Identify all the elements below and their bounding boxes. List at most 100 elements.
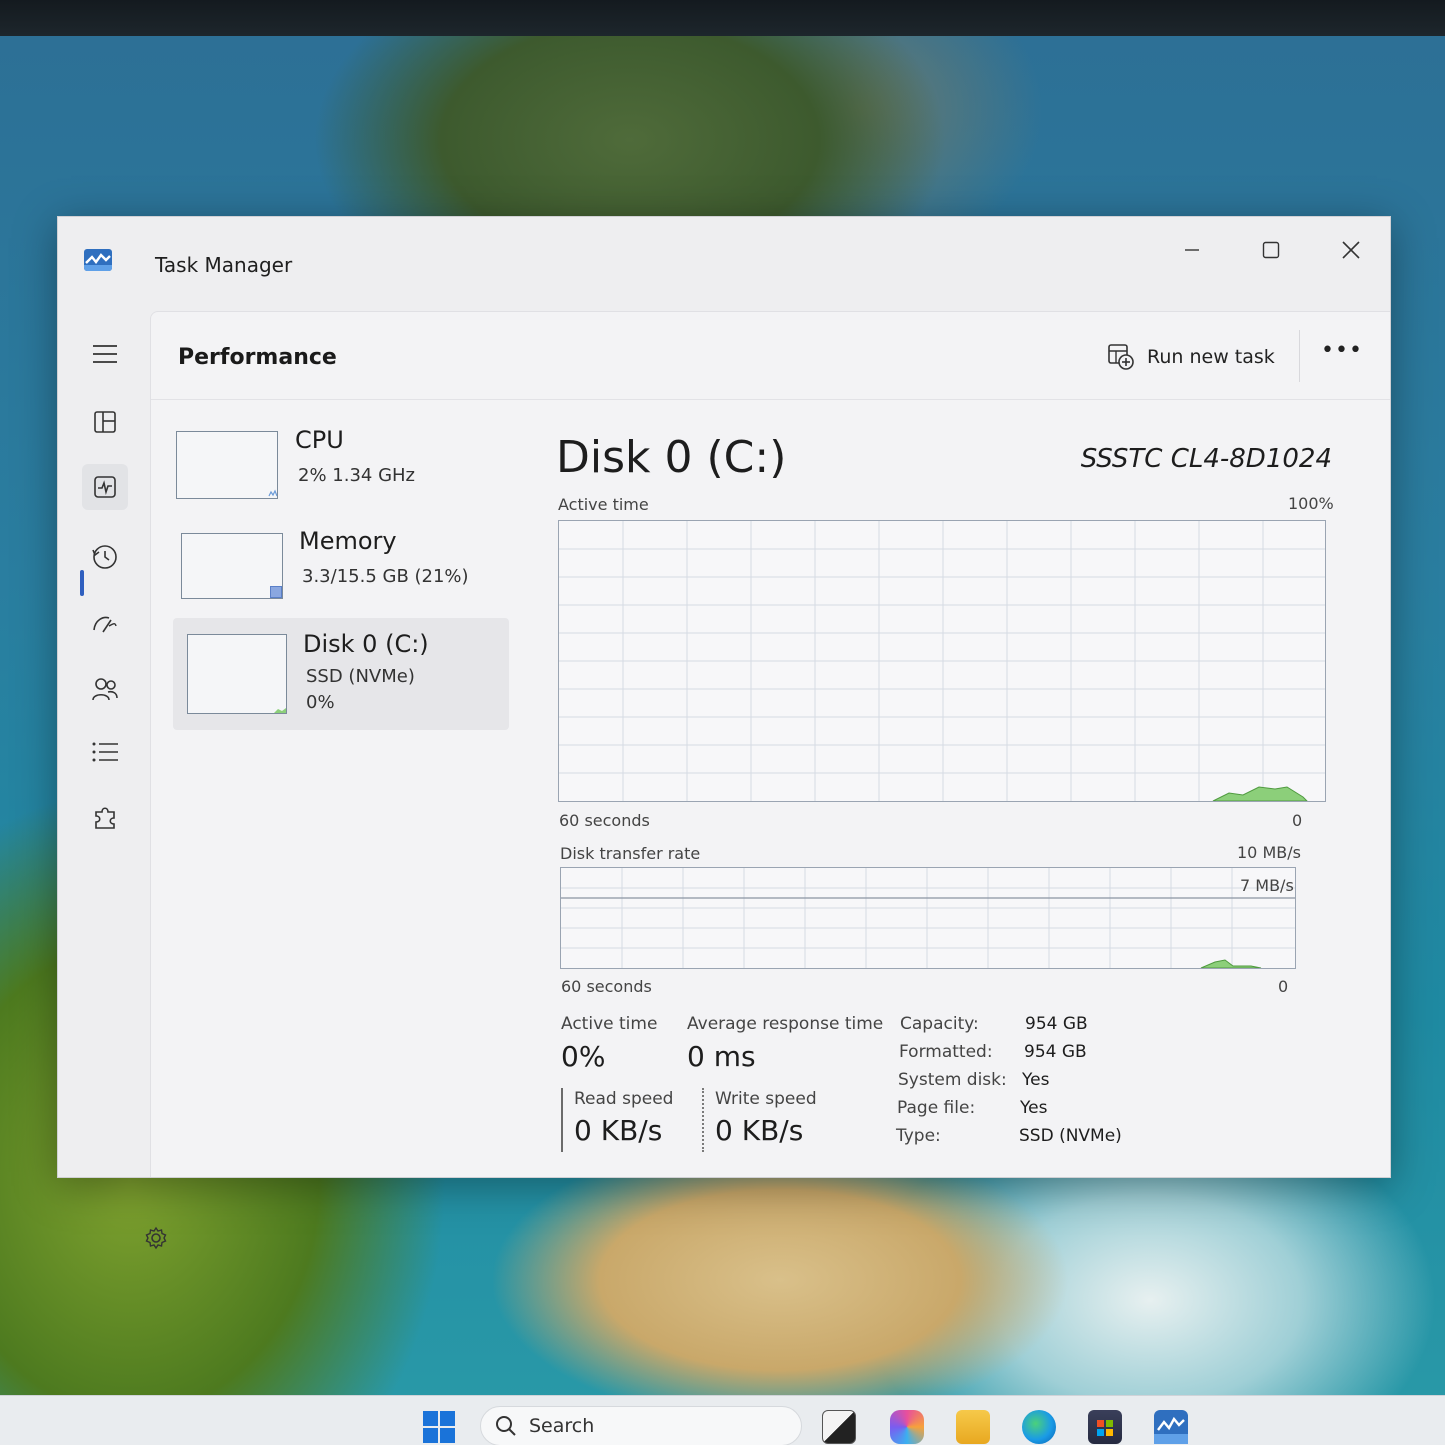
stat-active-time-value: 0% — [561, 1040, 606, 1073]
performance-icon — [94, 476, 116, 498]
active-time-chart — [558, 520, 1326, 802]
maximize-icon — [1262, 241, 1280, 259]
disk-mini-graph — [274, 708, 286, 713]
nav-users[interactable] — [82, 666, 128, 712]
services-puzzle-icon — [95, 807, 115, 829]
taskbar: Search — [0, 1395, 1445, 1445]
task-view-icon[interactable] — [822, 1410, 856, 1444]
navigation-rail — [58, 309, 167, 1250]
nav-performance[interactable] — [82, 464, 128, 510]
prop-capacity-label: Capacity: — [900, 1014, 979, 1034]
memory-thumbnail-graph — [181, 533, 283, 599]
transfer-rate-chart — [560, 867, 1296, 969]
close-button[interactable] — [1321, 227, 1381, 273]
read-speed-divider — [561, 1088, 563, 1152]
run-new-task-label: Run new task — [1147, 346, 1275, 368]
microsoft-store-icon[interactable] — [1088, 1410, 1122, 1444]
page-title: Performance — [178, 345, 337, 370]
monitor-bezel — [0, 0, 1445, 36]
maximize-button[interactable] — [1241, 227, 1301, 273]
header-divider — [1299, 330, 1300, 382]
device-cpu-usage: 2% 1.34 GHz — [298, 465, 416, 486]
more-options-icon: ••• — [1321, 338, 1363, 363]
device-disk-0[interactable]: Disk 0 (C:) SSD (NVMe) 0% — [173, 618, 509, 730]
device-memory-usage: 3.3/15.5 GB (21%) — [302, 566, 469, 587]
transfer-rate-graph — [561, 868, 1295, 969]
transfer-x-left: 60 seconds — [561, 977, 652, 996]
edge-browser-icon[interactable] — [1022, 1410, 1056, 1444]
stat-write-speed-label: Write speed — [715, 1089, 817, 1109]
title-bar[interactable]: Task Manager — [58, 217, 1390, 309]
minimize-icon — [1185, 249, 1199, 251]
settings-button[interactable] — [142, 1224, 170, 1252]
device-disk-usage: 0% — [306, 692, 335, 713]
device-disk-type: SSD (NVMe) — [306, 666, 415, 687]
hamburger-icon — [93, 345, 117, 363]
windows-logo-icon — [423, 1411, 455, 1443]
cpu-thumbnail-graph — [176, 431, 278, 499]
cpu-mini-graph — [268, 489, 278, 497]
details-list-icon — [92, 742, 118, 762]
task-manager-graph-icon — [1154, 1416, 1188, 1444]
settings-gear-icon — [145, 1226, 167, 1250]
device-name-cpu: CPU — [295, 426, 344, 454]
store-tiles-icon — [1097, 1420, 1113, 1436]
disk-thumbnail-graph — [187, 634, 287, 714]
prop-formatted-value: 954 GB — [1024, 1042, 1087, 1062]
transfer-chart-line-label: 7 MB/s — [1240, 876, 1294, 895]
stat-write-speed-value: 0 KB/s — [715, 1114, 804, 1147]
prop-page-file-value: Yes — [1020, 1098, 1048, 1118]
active-time-x-right: 0 — [1292, 811, 1303, 830]
device-name-disk: Disk 0 (C:) — [303, 630, 429, 658]
search-label: Search — [529, 1415, 595, 1437]
active-time-chart-max: 100% — [1288, 494, 1334, 513]
taskbar-search-box[interactable]: Search — [480, 1406, 802, 1445]
page-header: Performance Run new task ••• — [151, 312, 1390, 400]
disk-model: SSSTC CL4-8D1024 — [1080, 444, 1332, 474]
processes-icon — [94, 411, 116, 433]
run-task-icon — [1108, 344, 1134, 370]
nav-processes[interactable] — [82, 399, 128, 445]
nav-startup-apps[interactable] — [82, 601, 128, 647]
active-time-chart-label: Active time — [558, 495, 649, 514]
history-icon — [92, 545, 117, 569]
write-speed-divider — [702, 1088, 704, 1152]
stat-read-speed-label: Read speed — [574, 1089, 674, 1109]
transfer-chart-label: Disk transfer rate — [560, 844, 701, 863]
file-explorer-icon[interactable] — [956, 1410, 990, 1444]
search-icon — [496, 1416, 516, 1436]
copilot-icon[interactable] — [890, 1410, 924, 1444]
window-title: Task Manager — [155, 253, 293, 277]
prop-system-disk-label: System disk: — [898, 1070, 1007, 1090]
prop-formatted-label: Formatted: — [899, 1042, 993, 1062]
start-button[interactable] — [422, 1410, 456, 1444]
disk-title: Disk 0 (C:) — [556, 432, 787, 483]
startup-speedometer-icon — [93, 616, 117, 633]
transfer-chart-max: 10 MB/s — [1237, 843, 1301, 862]
memory-usage-fill — [270, 586, 282, 598]
stat-avg-response-label: Average response time — [687, 1014, 884, 1034]
users-icon — [92, 678, 118, 701]
close-icon — [1342, 241, 1360, 259]
stat-avg-response-value: 0 ms — [687, 1040, 756, 1073]
prop-type-label: Type: — [896, 1126, 941, 1146]
task-manager-logo-icon — [84, 249, 112, 271]
stat-read-speed-value: 0 KB/s — [574, 1114, 663, 1147]
nav-details[interactable] — [82, 729, 128, 775]
hamburger-menu-button[interactable] — [82, 331, 128, 377]
performance-page: Performance Run new task ••• CPU 2% 1.34… — [150, 311, 1390, 1177]
active-time-graph — [559, 521, 1325, 802]
task-manager-window: Task Manager Performance Run new task ••… — [57, 216, 1391, 1250]
more-options-button[interactable]: ••• — [1321, 338, 1363, 372]
transfer-x-right: 0 — [1278, 977, 1289, 996]
run-new-task-button[interactable]: Run new task — [1107, 340, 1275, 374]
nav-app-history[interactable] — [82, 534, 128, 580]
stat-active-time-label: Active time — [561, 1014, 658, 1034]
prop-capacity-value: 954 GB — [1025, 1014, 1088, 1034]
prop-type-value: SSD (NVMe) — [1019, 1126, 1122, 1146]
device-cpu[interactable]: CPU 2% 1.34 GHz — [173, 424, 509, 534]
nav-services[interactable] — [82, 794, 128, 840]
task-manager-taskbar-icon[interactable] — [1154, 1410, 1188, 1444]
active-time-x-left: 60 seconds — [559, 811, 650, 830]
minimize-button[interactable] — [1162, 227, 1222, 273]
